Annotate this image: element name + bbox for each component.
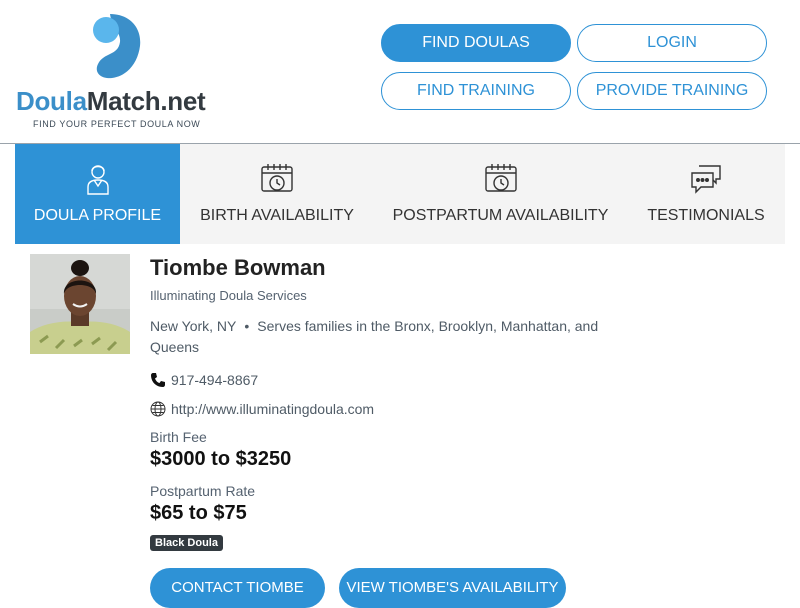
doula-name: Tiombe Bowman xyxy=(150,255,326,280)
doulamatch-logo-icon[interactable] xyxy=(90,12,142,80)
login-button[interactable]: LOGIN xyxy=(577,24,767,62)
provide-training-button[interactable]: PROVIDE TRAINING xyxy=(577,72,767,110)
find-training-button[interactable]: FIND TRAINING xyxy=(381,72,571,110)
tab-label: TESTIMONIALS xyxy=(647,207,765,224)
tab-label: BIRTH AVAILABILITY xyxy=(200,207,354,224)
contact-doula-button[interactable]: CONTACT TIOMBE xyxy=(150,568,325,608)
profile-tabs: DOULA PROFILE BIRTH AVAILABILITY POSTPAR… xyxy=(15,144,785,244)
black-doula-badge: Black Doula xyxy=(150,535,223,551)
doula-website-row[interactable]: http://www.illuminatingdoula.com xyxy=(150,401,374,417)
birth-fee-value: $3000 to $3250 xyxy=(150,448,292,470)
logo-text-doula: Doula xyxy=(16,86,87,116)
doula-phone[interactable]: 917-494-8867 xyxy=(171,372,258,388)
doula-city: New York, NY xyxy=(150,318,237,334)
doula-person-icon xyxy=(86,165,109,195)
tab-label: POSTPARTUM AVAILABILITY xyxy=(392,207,609,224)
globe-icon xyxy=(150,401,166,417)
postpartum-rate-label: Postpartum Rate xyxy=(150,483,256,499)
tab-testimonials[interactable]: TESTIMONIALS xyxy=(627,144,785,244)
phone-icon xyxy=(151,373,165,387)
doula-business-name: Illuminating Doula Services xyxy=(150,288,307,303)
doula-website-link[interactable]: http://www.illuminatingdoula.com xyxy=(171,401,374,417)
doula-location: New York, NY • Serves families in the Bron… xyxy=(150,316,640,358)
tab-birth-availability[interactable]: BIRTH AVAILABILITY xyxy=(180,144,374,244)
tab-postpartum-availability[interactable]: POSTPARTUM AVAILABILITY xyxy=(374,144,627,244)
calendar-clock-icon xyxy=(484,164,517,192)
chat-bubbles-icon xyxy=(691,165,721,194)
birth-fee-label: Birth Fee xyxy=(150,429,207,445)
logo-tagline: FIND YOUR PERFECT DOULA NOW xyxy=(33,119,201,129)
postpartum-rate-value: $65 to $75 xyxy=(150,502,247,524)
view-availability-button[interactable]: VIEW TIOMBE'S AVAILABILITY xyxy=(339,568,566,608)
site-header: DoulaMatch.net FIND YOUR PERFECT DOULA N… xyxy=(0,0,800,144)
calendar-clock-icon xyxy=(261,164,293,192)
doula-phone-row[interactable]: 917-494-8867 xyxy=(150,372,258,388)
find-doulas-button[interactable]: FIND DOULAS xyxy=(381,24,571,62)
site-logo-text[interactable]: DoulaMatch.net xyxy=(16,86,206,116)
separator-dot: • xyxy=(244,318,250,334)
logo-text-match: Match.net xyxy=(86,86,206,116)
doula-profile-photo xyxy=(30,254,130,354)
tab-doula-profile[interactable]: DOULA PROFILE xyxy=(15,144,180,244)
tab-label: DOULA PROFILE xyxy=(33,207,162,224)
